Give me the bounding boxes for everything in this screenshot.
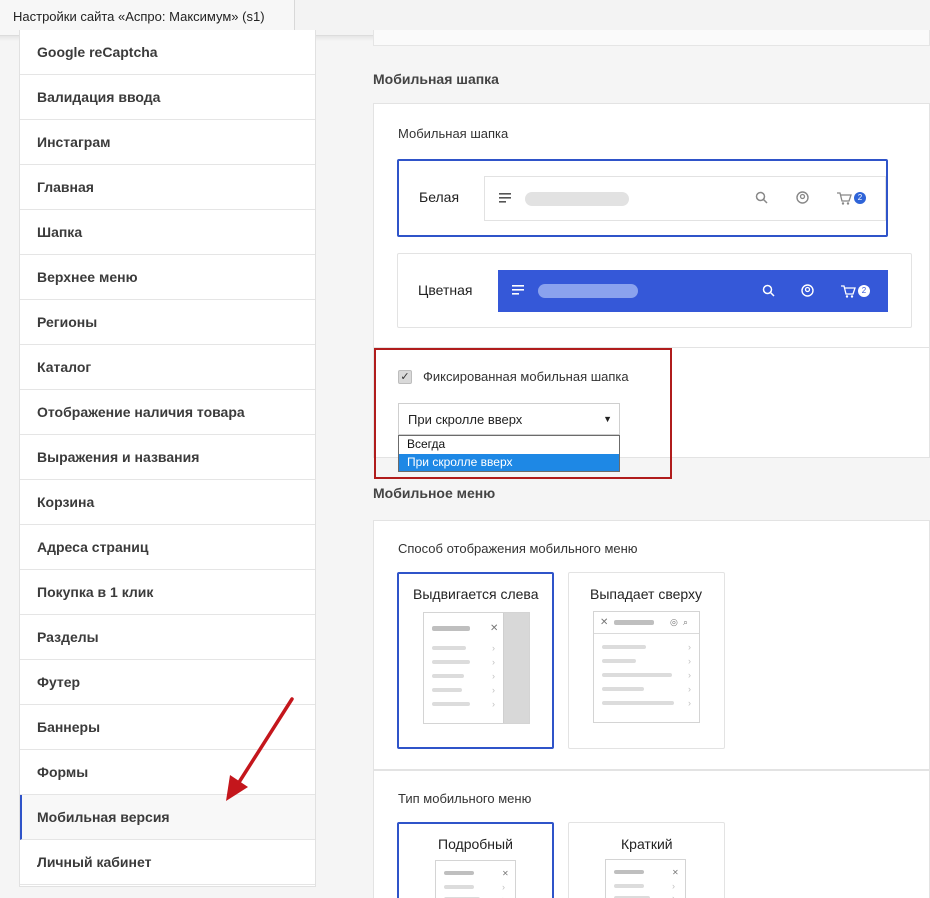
mobile-menu-section-title: Мобильное меню	[373, 485, 496, 501]
sidebar-item-header[interactable]: Шапка	[20, 210, 315, 255]
red-arrow-annotation	[226, 697, 294, 801]
drop-top-preview: ✕ ◎ ⌕ › › › › ›	[593, 611, 700, 723]
menu-type-option-detailed[interactable]: Подробный ✕ › ›	[397, 822, 554, 898]
menu-icon	[512, 284, 525, 297]
mobile-header-panel-label: Мобильная шапка	[398, 126, 509, 141]
mobile-menu-display-label: Способ отображения мобильного меню	[398, 541, 638, 556]
sidebar-item-catalog[interactable]: Каталог	[20, 345, 315, 390]
sidebar-item-input-validation[interactable]: Валидация ввода	[20, 75, 315, 120]
mobile-header-option-white[interactable]: Белая 2	[397, 159, 888, 237]
cart-icon	[837, 192, 852, 207]
previous-panel-edge	[373, 30, 930, 46]
option-detailed-label: Подробный	[438, 836, 513, 852]
menu-type-option-brief[interactable]: Краткий ✕ › ›	[568, 822, 725, 898]
detailed-menu-preview: ✕ › ›	[435, 860, 516, 898]
menu-display-option-slide-left[interactable]: Выдвигается слева ✕ › › › › ›	[397, 572, 554, 749]
slide-left-preview: ✕ › › › › ›	[423, 612, 530, 724]
sidebar-item-stock-display[interactable]: Отображение наличия товара	[20, 390, 315, 435]
option-brief-label: Краткий	[621, 836, 673, 852]
sidebar-item-main[interactable]: Главная	[20, 165, 315, 210]
menu-display-option-drop-top[interactable]: Выпадает сверху ✕ ◎ ⌕ › › › › ›	[568, 572, 725, 749]
drawer-panel: ✕ › › › › ›	[424, 613, 504, 723]
mobile-header-panel: Мобильная шапка Белая 2 Цветная 2	[373, 103, 930, 348]
option-colored-label: Цветная	[418, 282, 473, 298]
page-behind-menu	[504, 613, 529, 723]
sidebar-item-sections[interactable]: Разделы	[20, 615, 315, 660]
option-white-label: Белая	[419, 189, 460, 205]
menu-icon	[499, 192, 512, 205]
search-icon	[755, 191, 768, 206]
user-icon	[801, 284, 814, 299]
mobile-menu-type-label: Тип мобильного меню	[398, 791, 532, 806]
sidebar-item-google-recaptcha[interactable]: Google reCaptcha	[20, 30, 315, 75]
highlight-frame	[374, 348, 672, 479]
sidebar-item-phrases[interactable]: Выражения и названия	[20, 435, 315, 480]
sidebar-item-personal-account[interactable]: Личный кабинет	[20, 840, 315, 885]
search-placeholder-bar	[525, 192, 629, 206]
sidebar-item-basket[interactable]: Корзина	[20, 480, 315, 525]
user-icon	[796, 191, 809, 206]
mobile-header-option-colored[interactable]: Цветная 2	[397, 253, 912, 328]
cart-count-badge: 2	[858, 285, 870, 297]
mobile-menu-display-panel: Способ отображения мобильного меню Выдви…	[373, 520, 930, 770]
sidebar-item-top-menu[interactable]: Верхнее меню	[20, 255, 315, 300]
option-slide-left-label: Выдвигается слева	[413, 586, 539, 602]
sidebar-item-one-click[interactable]: Покупка в 1 клик	[20, 570, 315, 615]
search-icon	[762, 284, 775, 299]
white-header-preview: 2	[484, 176, 886, 221]
mobile-header-section-title: Мобильная шапка	[373, 71, 499, 87]
cart-count-badge: 2	[854, 192, 866, 204]
search-placeholder-bar	[538, 284, 638, 298]
colored-header-preview: 2	[498, 270, 888, 312]
cart-icon	[841, 285, 856, 300]
brief-menu-preview: ✕ › ›	[605, 859, 686, 898]
sidebar-item-regions[interactable]: Регионы	[20, 300, 315, 345]
sidebar-item-page-urls[interactable]: Адреса страниц	[20, 525, 315, 570]
option-drop-top-label: Выпадает сверху	[590, 586, 703, 602]
sidebar-item-instagram[interactable]: Инстаграм	[20, 120, 315, 165]
mobile-menu-type-panel: Тип мобильного меню Подробный ✕ › › Крат…	[373, 770, 930, 898]
